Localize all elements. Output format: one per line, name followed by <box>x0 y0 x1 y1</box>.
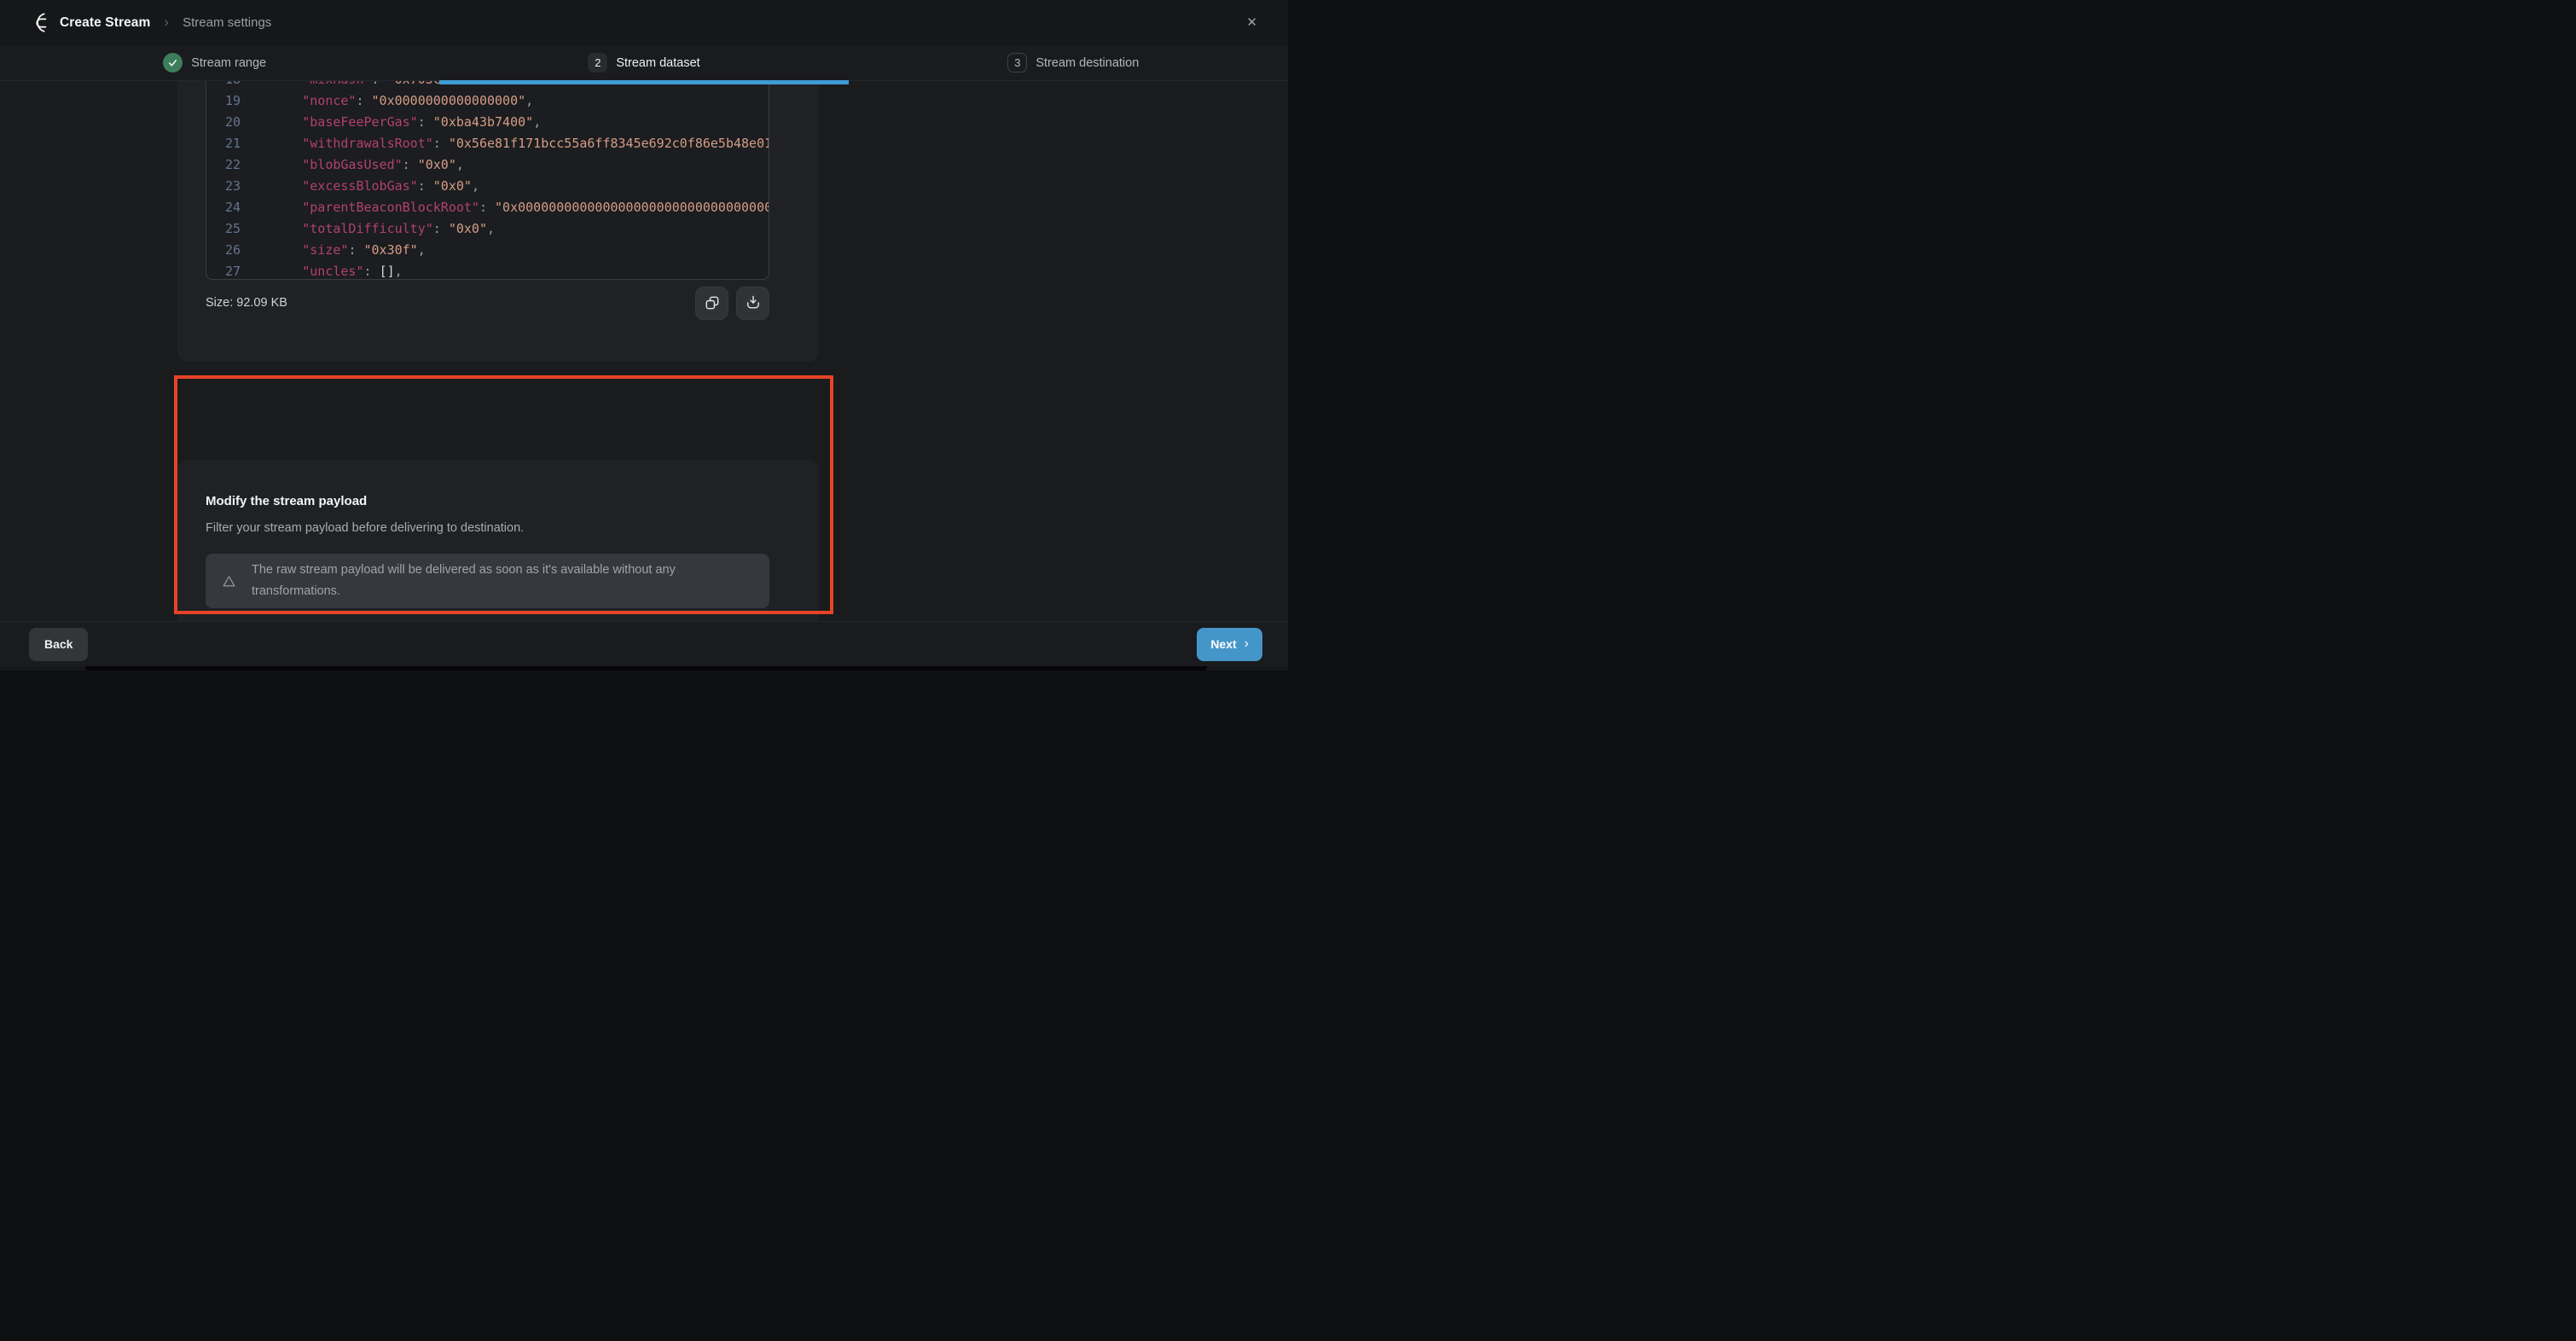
breadcrumb-chevron-icon: › <box>164 14 169 31</box>
copy-icon <box>704 294 721 311</box>
breadcrumb: Stream settings <box>183 15 271 30</box>
line-number: 19 <box>206 90 241 112</box>
step-number-badge: 3 <box>1007 53 1027 73</box>
code-text: "withdrawalsRoot": "0x56e81f171bcc55a6ff… <box>241 133 769 154</box>
warning-triangle-icon <box>222 574 236 589</box>
page-title: Create Stream <box>60 15 150 31</box>
next-button[interactable]: Next › <box>1197 628 1262 661</box>
line-number: 27 <box>206 261 241 280</box>
code-line: 26 "size": "0x30f", <box>206 240 769 261</box>
size-row: Size: 92.09 KB <box>206 286 769 320</box>
code-line: 25 "totalDifficulty": "0x0", <box>206 218 769 240</box>
code-line: 24 "parentBeaconBlockRoot": "0x000000000… <box>206 197 769 218</box>
step-label: Stream dataset <box>616 56 699 70</box>
check-icon <box>167 57 178 68</box>
line-number: 26 <box>206 240 241 261</box>
back-button[interactable]: Back <box>29 628 88 661</box>
line-number: 22 <box>206 154 241 176</box>
step-label: Stream range <box>191 56 266 70</box>
code-text: "totalDifficulty": "0x0", <box>241 218 495 240</box>
modify-payload-card: Modify the stream payload Filter your st… <box>177 460 819 621</box>
code-text: "excessBlobGas": "0x0", <box>241 176 479 197</box>
payload-json-viewer[interactable]: 18 "mixHash": "0x705c8e04da2c4a6a702c0b6… <box>206 81 769 280</box>
chevron-right-icon: › <box>1244 636 1249 652</box>
footer-bar: Back Next › <box>0 621 1288 666</box>
next-label: Next <box>1210 637 1236 651</box>
line-number: 21 <box>206 133 241 154</box>
content-area: 18 "mixHash": "0x705c8e04da2c4a6a702c0b6… <box>0 81 1288 621</box>
section-title: Modify the stream payload <box>206 494 367 508</box>
step-stream-destination[interactable]: 3 Stream destination <box>859 45 1288 80</box>
dataset-preview-card: 18 "mixHash": "0x705c8e04da2c4a6a702c0b6… <box>177 81 819 362</box>
code-line: 23 "excessBlobGas": "0x0", <box>206 176 769 197</box>
step-stream-dataset[interactable]: 2 Stream dataset <box>429 45 858 80</box>
code-text: "nonce": "0x0000000000000000", <box>241 90 533 112</box>
line-number: 25 <box>206 218 241 240</box>
code-line: 19 "nonce": "0x0000000000000000", <box>206 90 769 112</box>
code-text: "parentBeaconBlockRoot": "0x000000000000… <box>241 197 769 218</box>
code-lines: 18 "mixHash": "0x705c8e04da2c4a6a702c0b6… <box>206 81 769 280</box>
line-number: 18 <box>206 81 241 90</box>
code-line: 20 "baseFeePerGas": "0xba43b7400", <box>206 112 769 133</box>
app-logo-icon <box>29 11 51 34</box>
download-icon <box>745 294 762 311</box>
header: Create Stream › Stream settings ✕ <box>0 0 1288 45</box>
code-text: "blobGasUsed": "0x0", <box>241 154 464 176</box>
step-stream-range[interactable]: Stream range <box>0 45 429 80</box>
section-description: Filter your stream payload before delive… <box>206 521 524 535</box>
warning-text: The raw stream payload will be delivered… <box>252 560 735 602</box>
line-number: 24 <box>206 197 241 218</box>
code-text: "uncles": [], <box>241 261 403 280</box>
code-text: "baseFeePerGas": "0xba43b7400", <box>241 112 541 133</box>
step-complete-badge <box>163 53 183 73</box>
create-stream-modal: Create Stream › Stream settings ✕ Stream… <box>0 0 1288 670</box>
payload-size-label: Size: 92.09 KB <box>206 296 287 310</box>
warning-banner: The raw stream payload will be delivered… <box>206 554 769 608</box>
code-line: 27 "uncles": [], <box>206 261 769 280</box>
step-number-badge: 2 <box>588 53 607 73</box>
copy-button[interactable] <box>695 287 728 320</box>
line-number: 20 <box>206 112 241 133</box>
close-icon[interactable]: ✕ <box>1241 11 1262 34</box>
stepper: Stream range 2 Stream dataset 3 Stream d… <box>0 45 1288 81</box>
download-button[interactable] <box>736 287 769 320</box>
code-text: "size": "0x30f", <box>241 240 426 261</box>
code-line: 22 "blobGasUsed": "0x0", <box>206 154 769 176</box>
code-line: 21 "withdrawalsRoot": "0x56e81f171bcc55a… <box>206 133 769 154</box>
window-shadow-bar <box>85 666 1207 670</box>
line-number: 23 <box>206 176 241 197</box>
step-label: Stream destination <box>1036 56 1139 70</box>
